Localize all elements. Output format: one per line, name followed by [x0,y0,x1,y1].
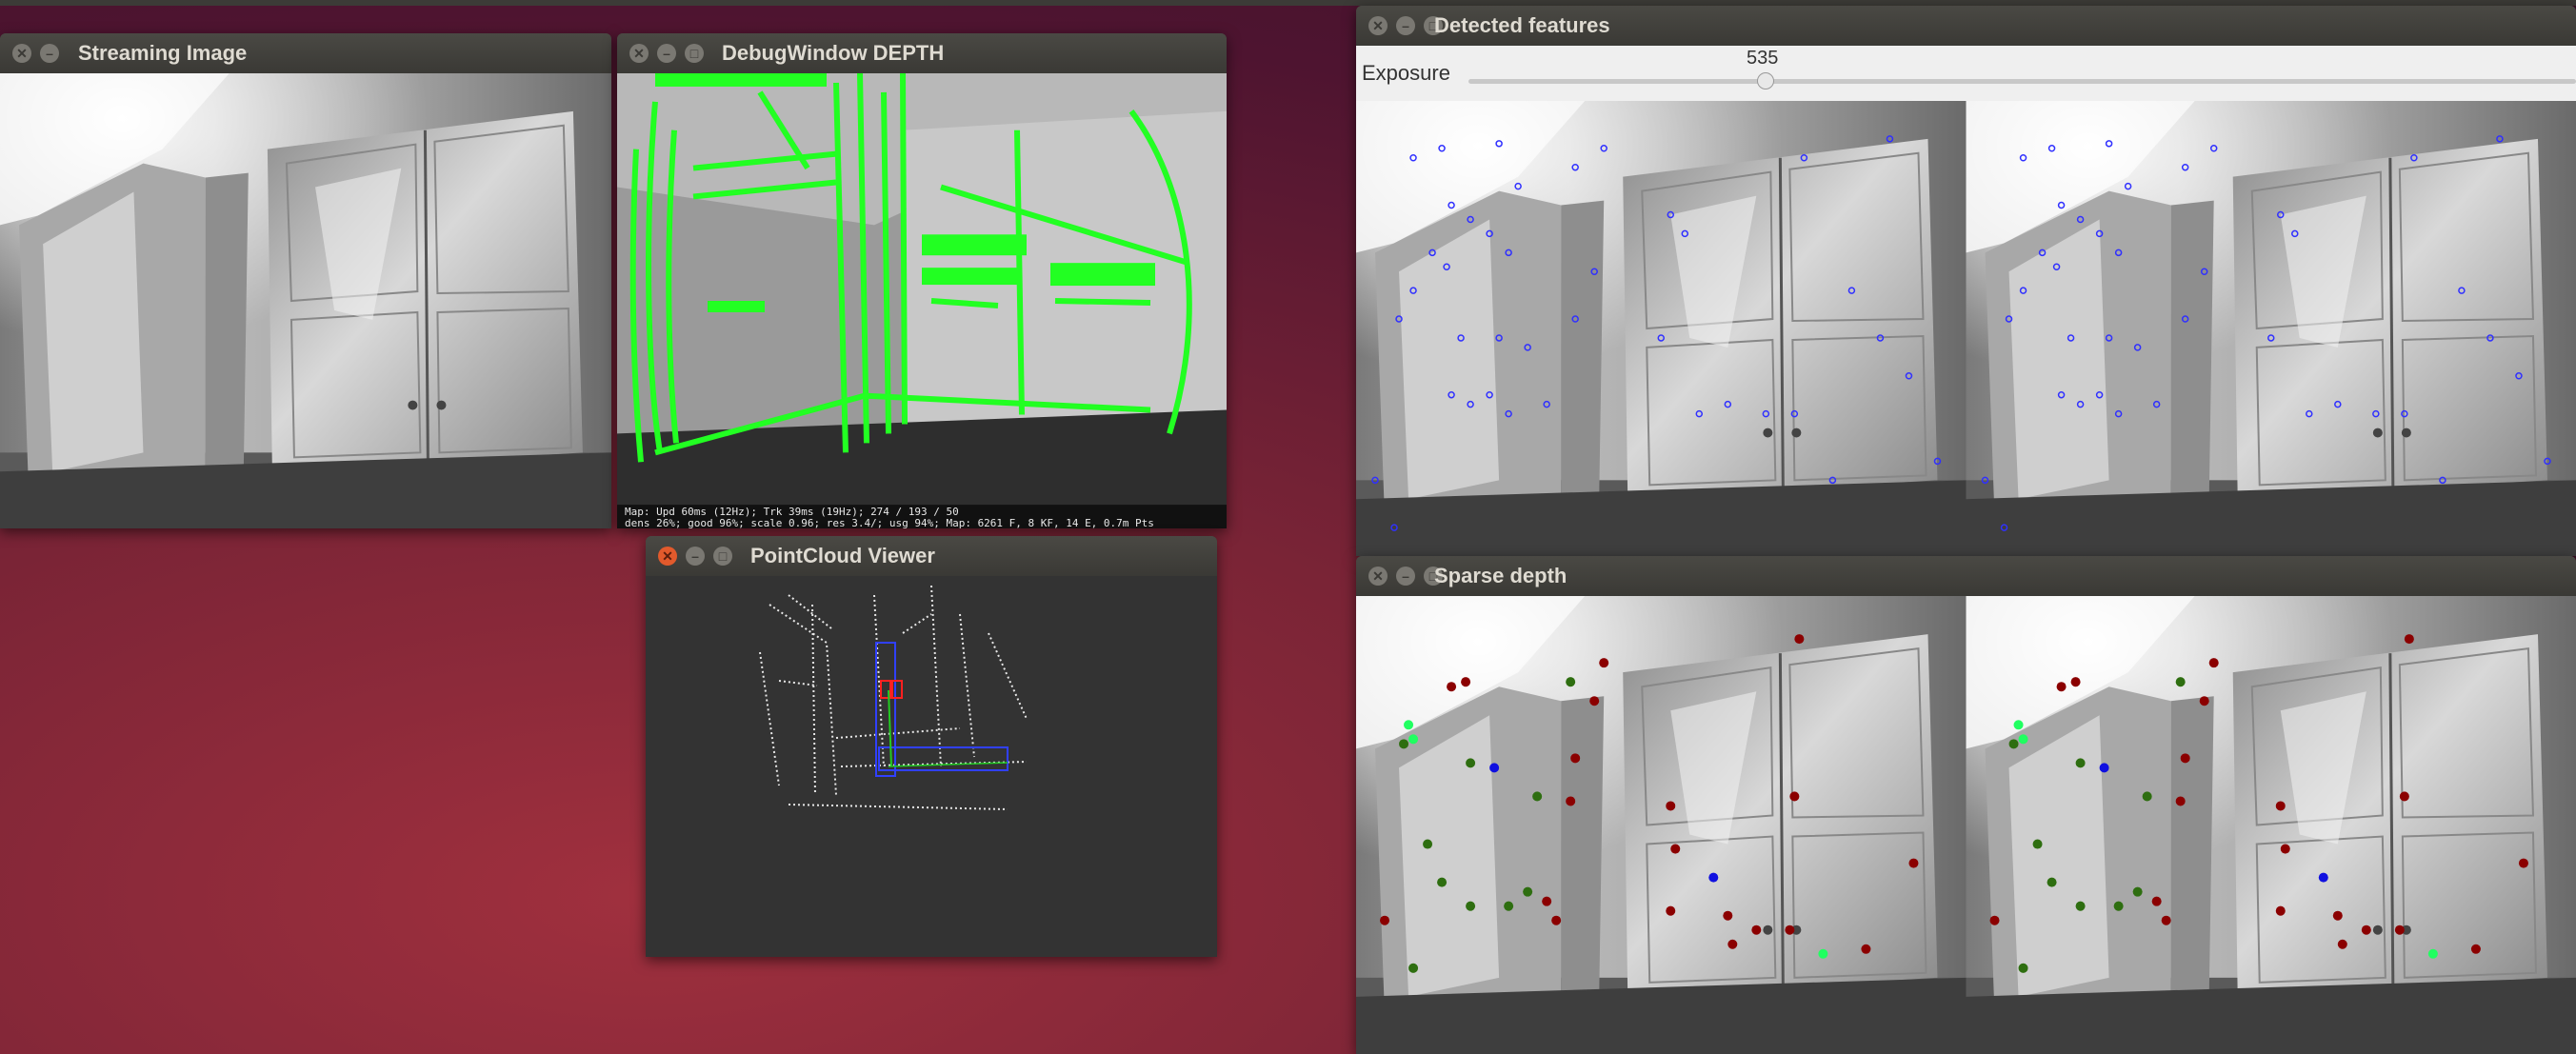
streaming-image-titlebar[interactable]: ✕ – Streaming Image [0,33,611,73]
minimize-icon[interactable]: – [1396,567,1415,586]
close-icon[interactable]: ✕ [1368,567,1388,586]
exposure-trackbar[interactable]: Exposure 535 [1356,46,2576,101]
window-title: Streaming Image [78,41,248,65]
window-title: Sparse depth [1434,564,1568,587]
window-title: DebugWindow DEPTH [722,41,945,65]
minimize-icon[interactable]: – [686,547,705,566]
detected-features-titlebar[interactable]: ✕ – □ Detected features [1356,6,2576,46]
close-icon[interactable]: ✕ [1368,16,1388,35]
window-title: Detected features [1434,13,1610,37]
pointcloud-viewer-window[interactable]: ✕ – □ PointCloud Viewer [646,536,1217,957]
close-icon[interactable]: ✕ [629,44,649,63]
minimize-icon[interactable]: – [40,44,59,63]
exposure-value: 535 [1747,48,1779,69]
features-view [1356,101,2576,556]
sparse-depth-view [1356,596,2576,1054]
close-icon[interactable]: ✕ [12,44,31,63]
window-title: PointCloud Viewer [750,544,935,567]
sparse-depth-window[interactable]: ✕ – □ Sparse depth [1356,556,2576,1054]
debug-depth-titlebar[interactable]: ✕ – □ DebugWindow DEPTH [617,33,1227,73]
exposure-track[interactable] [1468,79,2576,84]
streaming-image-view [0,73,611,528]
minimize-icon[interactable]: – [657,44,676,63]
streaming-image-window[interactable]: ✕ – Streaming Image [0,33,611,528]
close-icon[interactable]: ✕ [658,547,677,566]
maximize-icon[interactable]: □ [713,547,732,566]
exposure-slider-handle[interactable] [1757,72,1774,89]
pointcloud-titlebar[interactable]: ✕ – □ PointCloud Viewer [646,536,1217,576]
maximize-icon[interactable]: □ [685,44,704,63]
debug-depth-window[interactable]: ✕ – □ DebugWindow DEPTH Map: Upd 60ms (1… [617,33,1227,528]
depth-view: Map: Upd 60ms (12Hz); Trk 39ms (19Hz); 2… [617,73,1227,528]
sparse-depth-titlebar[interactable]: ✕ – □ Sparse depth [1356,556,2576,596]
detected-features-window[interactable]: ✕ – □ Detected features Exposure 535 [1356,6,2576,556]
exposure-label: Exposure [1362,61,1450,85]
pointcloud-canvas[interactable] [646,576,1217,957]
minimize-icon[interactable]: – [1396,16,1415,35]
depth-status-line-2: dens 26%; good 96%; scale 0.96; res 3.4/… [625,517,1154,528]
